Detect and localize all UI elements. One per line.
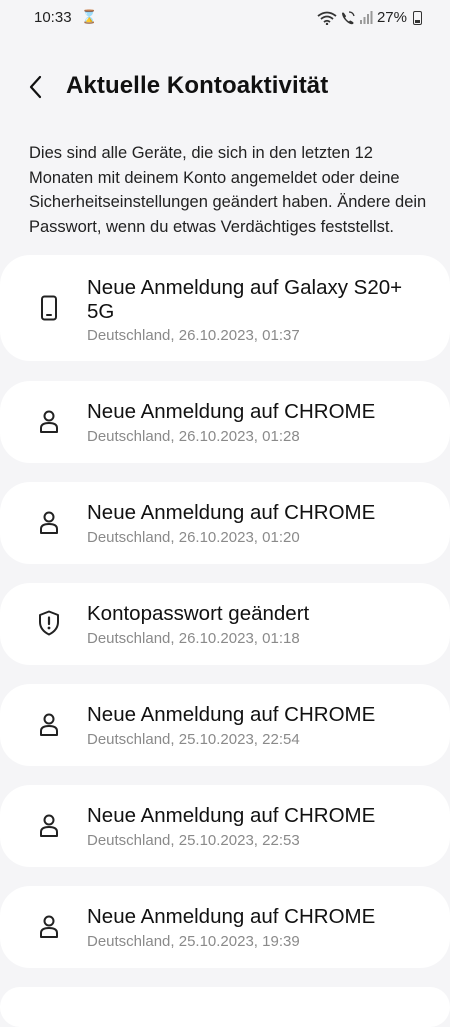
activity-title: Neue Anmeldung auf CHROME	[87, 703, 376, 726]
activity-card[interactable]: Neue Anmeldung auf CHROME Deutschland, 2…	[0, 684, 450, 766]
activity-title: Kontopasswort geändert	[87, 602, 310, 625]
phone-icon	[41, 295, 57, 321]
person-icon	[40, 713, 58, 736]
activity-title: Neue Anmeldung auf CHROME	[87, 501, 376, 524]
activity-subtitle: Deutschland, 26.10.2023, 01:37	[87, 327, 300, 344]
activity-card[interactable]: Neue Anmeldung auf Galaxy S20+ 5G Deutsc…	[0, 255, 450, 361]
activity-card[interactable]: Neue Anmeldung auf CHROME Deutschland, 2…	[0, 381, 450, 463]
activity-card[interactable]: Neue Anmeldung auf CHROME Deutschland, 2…	[0, 482, 450, 564]
status-right: 27%	[317, 9, 422, 26]
person-icon	[40, 410, 58, 433]
activity-title: Neue Anmeldung auf CHROME	[87, 905, 376, 928]
hourglass-icon: ⌛	[81, 9, 98, 24]
activity-title: Neue Anmeldung auf CHROME	[87, 804, 376, 827]
activity-card[interactable]: Neue Anmeldung auf CHROME Deutschland, 2…	[0, 785, 450, 867]
activity-title: Neue Anmeldung auf CHROME	[87, 400, 376, 423]
person-icon	[40, 511, 58, 534]
status-bar: 10:33 ⌛ 27%	[0, 0, 450, 36]
activity-subtitle: Deutschland, 25.10.2023, 22:53	[87, 832, 300, 849]
wifi-call-icon	[341, 10, 355, 24]
battery-icon	[413, 10, 422, 25]
status-time: 10:33	[34, 9, 72, 26]
app-bar: Aktuelle Kontoaktivität	[0, 62, 450, 114]
activity-subtitle: Deutschland, 26.10.2023, 01:18	[87, 630, 300, 647]
person-icon	[40, 814, 58, 837]
shield-icon	[39, 610, 59, 636]
wifi-icon	[317, 11, 337, 25]
activity-title: Neue Anmeldung auf Galaxy S20+ 5G	[87, 276, 403, 323]
status-icons	[317, 10, 373, 25]
activity-subtitle: Deutschland, 25.10.2023, 22:54	[87, 731, 300, 748]
activity-card[interactable]: Neue Anmeldung auf CHROME Deutschland, 2…	[0, 886, 450, 968]
activity-subtitle: Deutschland, 25.10.2023, 19:39	[87, 933, 300, 950]
activity-subtitle: Deutschland, 26.10.2023, 01:20	[87, 529, 300, 546]
page-title: Aktuelle Kontoaktivität	[66, 72, 329, 99]
activity-card-partial[interactable]	[0, 987, 450, 1027]
signal-icon	[359, 11, 373, 24]
intro-text: Dies sind alle Geräte, die sich in den l…	[29, 144, 427, 236]
activity-card[interactable]: Kontopasswort geändert Deutschland, 26.1…	[0, 583, 450, 665]
activity-subtitle: Deutschland, 26.10.2023, 01:28	[87, 428, 300, 445]
battery-percent: 27%	[376, 9, 407, 26]
person-icon	[40, 915, 58, 938]
back-arrow-icon[interactable]	[24, 72, 50, 102]
